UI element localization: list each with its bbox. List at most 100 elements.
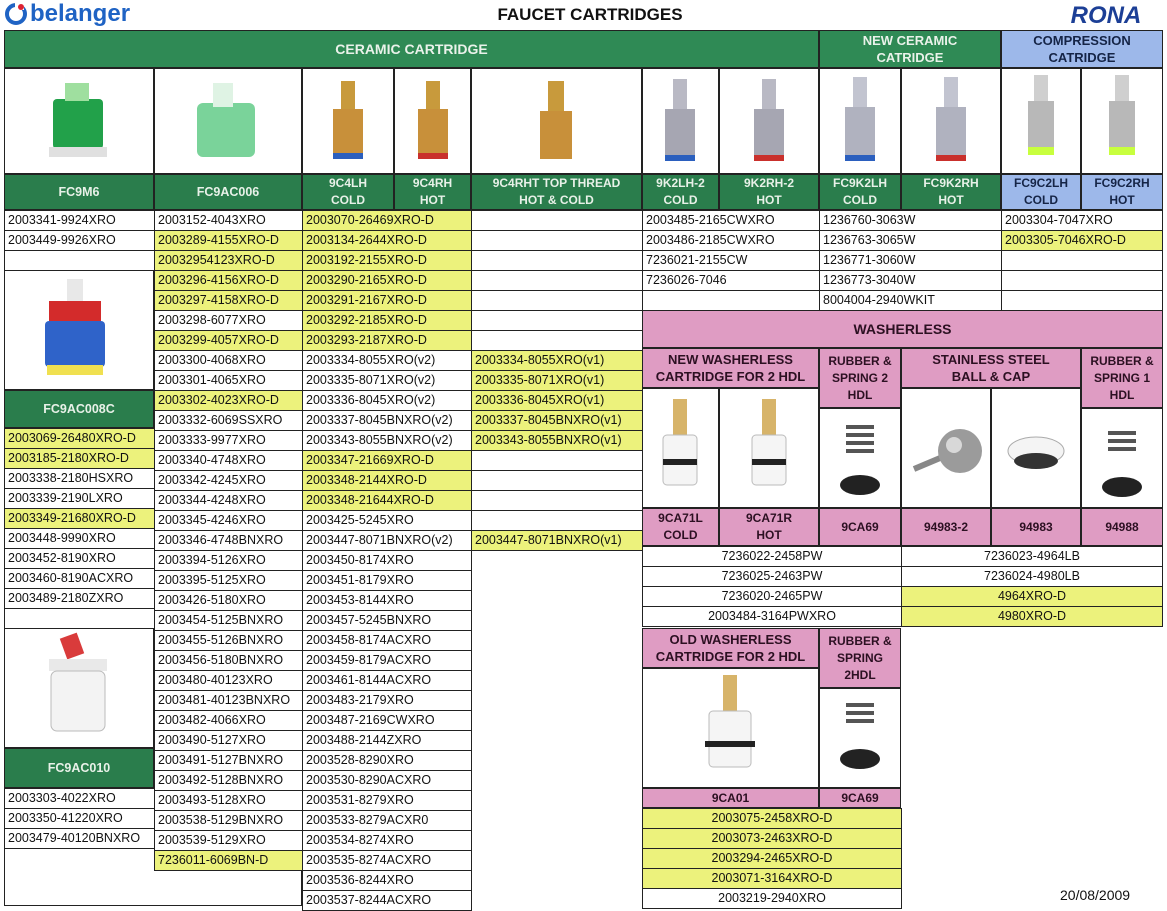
9c4rht-part-cell <box>471 510 643 531</box>
9k2-part-cell: 7236021-2155CW <box>642 250 820 271</box>
9c4-part-cell: 2003336-8045XRO(v2) <box>302 390 472 411</box>
9c4-part-cell: 2003348-2144XRO-D <box>302 470 472 491</box>
model-94988: 94988 <box>1081 508 1163 546</box>
9c4-part-cell: 2003348-21644XRO-D <box>302 490 472 511</box>
9c4-part-cell: 2003528-8290XRO <box>302 750 472 771</box>
model-9ca01: 9CA01 <box>642 788 819 808</box>
9c4rht-part-cell: 2003335-8071XRO(v1) <box>471 370 643 391</box>
9c4-part-cell: 2003458-8174ACXRO <box>302 630 472 651</box>
old-washerless-part-cell: 2003075-2458XRO-D <box>642 808 902 829</box>
model-9ca69: 9CA69 <box>819 508 901 546</box>
model-fc9k2lh: FC9K2LH COLD <box>819 174 901 210</box>
9c4-part-cell: 2003291-2167XRO-D <box>302 290 472 311</box>
9c4-part-cell: 2003536-8244XRO <box>302 870 472 891</box>
9c4-part-cell: 2003534-8274XRO <box>302 830 472 851</box>
fc9ac006-part-cell: 2003289-4155XRO-D <box>154 230 303 251</box>
9c4-part-cell: 2003488-2144ZXRO <box>302 730 472 751</box>
9k2-part-cell: 2003486-2185CWXRO <box>642 230 820 251</box>
fc9ac008c-part-cell: 2003338-2180HSXRO <box>4 468 155 489</box>
fc9ac008c-part-cell: 2003452-8190XRO <box>4 548 155 569</box>
fc9ac006-part-cell: 2003491-5127BNXRO <box>154 750 303 771</box>
9c4-part-cell: 2003530-8290ACXRO <box>302 770 472 791</box>
new-washerless-part-cell: 7236020-2465PW <box>642 586 902 607</box>
9c4-part-cell: 2003459-8179ACXRO <box>302 650 472 671</box>
fc9ac006-part-cell: 2003299-4057XRO-D <box>154 330 303 351</box>
new-washerless-header: NEW WASHERLESS CARTRIDGE FOR 2 HDL <box>642 348 819 388</box>
9c4rht-photo <box>471 68 642 174</box>
fc9ac006-part-cell: 2003426-5180XRO <box>154 590 303 611</box>
fc9ac008c-photo <box>4 270 154 390</box>
washerless-header: WASHERLESS <box>642 310 1163 348</box>
fc9k2-part-cell: 1236771-3060W <box>819 250 1002 271</box>
ceramic-cartridge-header: CERAMIC CARTRIDGE <box>4 30 819 68</box>
9c4rht-part-cell: 2003334-8055XRO(v1) <box>471 350 643 371</box>
model-9ca71r: 9CA71R HOT <box>719 508 819 546</box>
old-washerless-part-cell: 2003073-2463XRO-D <box>642 828 902 849</box>
9k2-part-cell: 2003485-2165CWXRO <box>642 210 820 231</box>
9k2-part-cell: 7236026-7046 <box>642 270 820 291</box>
9k2-part-cell <box>642 290 820 311</box>
fc9m6-part-cell: 2003449-9926XRO <box>4 230 155 251</box>
fc9ac006-part-cell: 2003344-4248XRO <box>154 490 303 511</box>
9c4-part-cell: 2003290-2165XRO-D <box>302 270 472 291</box>
9c4-part-cell: 2003343-8055BNXRO(v2) <box>302 430 472 451</box>
9c4-part-cell: 2003192-2155XRO-D <box>302 250 472 271</box>
9c4-part-cell: 2003457-5245BNXRO <box>302 610 472 631</box>
fc9ac006-part-cell: 2003333-9977XRO <box>154 430 303 451</box>
fc9ac006-part-cell: 20032954123XRO-D <box>154 250 303 271</box>
stainless-ball-part-cell: 4964XRO-D <box>901 586 1163 607</box>
9c4-part-cell: 2003451-8179XRO <box>302 570 472 591</box>
model-94983-2: 94983-2 <box>901 508 991 546</box>
94988-photo <box>1081 408 1163 508</box>
fc9ac008c-part-cell: 2003489-2180ZXRO <box>4 588 155 609</box>
belanger-mark-icon <box>5 2 27 25</box>
model-fc9m6: FC9M6 <box>4 174 154 210</box>
old-washerless-header: OLD WASHERLESS CARTRIDGE FOR 2 HDL <box>642 628 819 668</box>
94983-photo <box>991 388 1081 508</box>
9k2lh-photo <box>642 68 719 174</box>
new-washerless-part-cell: 7236025-2463PW <box>642 566 902 587</box>
9ca71r-photo <box>719 388 819 508</box>
9c4-part-cell: 2003537-8244ACXRO <box>302 890 472 911</box>
9ca69-b-photo <box>819 688 901 788</box>
stainless-ball-part-cell: 4980XRO-D <box>901 606 1163 627</box>
9c4-part-cell: 2003483-2179XRO <box>302 690 472 711</box>
fc9c2-part-cell <box>1001 270 1163 291</box>
old-washerless-part-cell: 2003071-3164XRO-D <box>642 868 902 889</box>
9c4rht-part-cell: 2003337-8045BNXRO(v1) <box>471 410 643 431</box>
9ca01-photo <box>642 668 819 788</box>
fc9ac006-part-cell: 7236011-6069BN-D <box>154 850 303 871</box>
9c4rht-part-cell <box>471 330 643 351</box>
fc9ac008c-part-cell: 2003448-9990XRO <box>4 528 155 549</box>
9k2rh-photo <box>719 68 819 174</box>
9c4rht-part-cell <box>471 470 643 491</box>
new-washerless-part-cell: 7236022-2458PW <box>642 546 902 567</box>
fc9ac010-part-cell: 2003303-4022XRO <box>4 788 155 809</box>
fc9ac010-part-cell: 2003479-40120BNXRO <box>4 828 155 849</box>
fc9c2-part-cell: 2003305-7046XRO-D <box>1001 230 1163 251</box>
model-9k2rh: 9K2RH-2 HOT <box>719 174 819 210</box>
fc9k2-part-cell: 8004004-2940WKIT <box>819 290 1002 311</box>
fc9ac006-part-cell: 2003538-5129BNXRO <box>154 810 303 831</box>
fc9m6-part-cell <box>4 250 155 271</box>
9ca69-photo <box>819 408 901 508</box>
9c4-part-cell: 2003293-2187XRO-D <box>302 330 472 351</box>
model-9c4rht: 9C4RHT TOP THREAD HOT & COLD <box>471 174 642 210</box>
9c4rht-part-cell <box>471 450 643 471</box>
fc9c2-part-cell <box>1001 290 1163 311</box>
stainless-ball-part-cell: 7236023-4964LB <box>901 546 1163 567</box>
9c4-part-cell: 2003347-21669XRO-D <box>302 450 472 471</box>
9c4-part-cell: 2003337-8045BNXRO(v2) <box>302 410 472 431</box>
9c4rht-part-cell <box>471 310 643 331</box>
fc9ac006-part-cell: 2003346-4748BNXRO <box>154 530 303 551</box>
9c4-part-cell: 2003334-8055XRO(v2) <box>302 350 472 371</box>
fc9ac008c-part-cell <box>4 608 155 629</box>
rubber-spring-1hdl-header: RUBBER & SPRING 1 HDL <box>1081 348 1163 408</box>
fc9ac006-part-cell: 2003481-40123BNXRO <box>154 690 303 711</box>
9c4rht-part-cell <box>471 270 643 291</box>
fc9ac006-part-cell: 2003332-6069SSXRO <box>154 410 303 431</box>
9c4-part-cell: 2003335-8071XRO(v2) <box>302 370 472 391</box>
fc9ac006-part-cell: 2003345-4246XRO <box>154 510 303 531</box>
fc9ac006-part-cell: 2003342-4245XRO <box>154 470 303 491</box>
compression-header: COMPRESSION CATRIDGE <box>1001 30 1163 68</box>
